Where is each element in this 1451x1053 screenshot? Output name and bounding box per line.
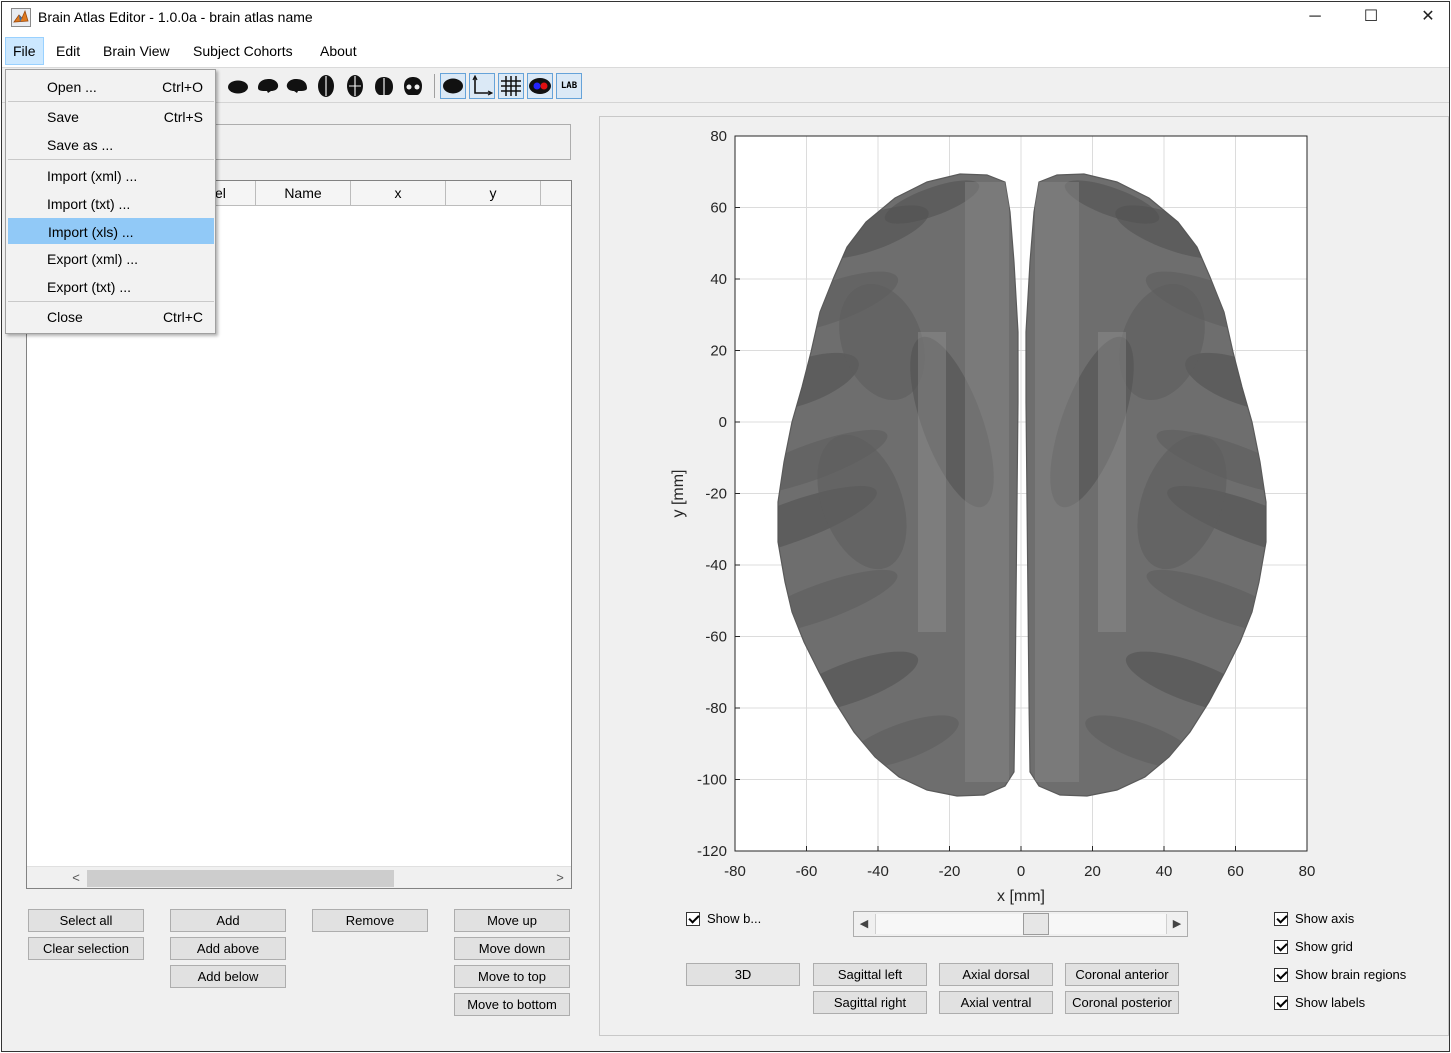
menu-item-export-xml-label: Export (xml) ...	[47, 251, 139, 267]
y-tick-label: -120	[697, 843, 727, 860]
show-brain-label: Show b...	[707, 911, 762, 926]
y-tick-label: 40	[710, 271, 727, 288]
sulcus-highlight	[918, 332, 946, 632]
view-3d-button[interactable]: 3D	[686, 963, 800, 986]
menu-item-open-shortcut: Ctrl+O	[162, 79, 203, 95]
show-grid-label: Show grid	[1295, 939, 1353, 954]
x-tick-label: -40	[867, 863, 889, 880]
checkbox-checked-icon	[1274, 912, 1288, 926]
y-tick-label: 80	[710, 128, 727, 145]
menu-item-export-txt-label: Export (txt) ...	[47, 279, 132, 295]
menu-item-save-shortcut: Ctrl+S	[163, 109, 203, 125]
y-tick-label: -20	[705, 486, 727, 503]
brain-transparency-slider[interactable]: ◀ ▶	[853, 911, 1188, 937]
menu-item-import-xml[interactable]: Import (xml) ...	[8, 163, 214, 189]
show-axis-checkbox[interactable]: Show axis	[1274, 911, 1354, 928]
checkbox-checked-icon	[1274, 940, 1288, 954]
menu-separator	[8, 101, 214, 102]
sulcus-highlight	[1098, 332, 1126, 632]
menu-item-import-txt-label: Import (txt) ...	[47, 196, 131, 212]
show-labels-label: Show labels	[1295, 995, 1366, 1010]
menu-item-export-txt[interactable]: Export (txt) ...	[8, 274, 214, 300]
axial-ventral-button[interactable]: Axial ventral	[939, 991, 1053, 1014]
x-tick-label: 80	[1299, 863, 1316, 880]
show-labels-checkbox[interactable]: Show labels	[1274, 995, 1365, 1012]
x-tick-label: -80	[724, 863, 746, 880]
slider-thumb[interactable]	[1023, 913, 1049, 935]
menu-item-import-txt[interactable]: Import (txt) ...	[8, 191, 214, 217]
menu-item-import-xls[interactable]: Import (xls) ...	[8, 218, 214, 244]
menu-item-save[interactable]: Save Ctrl+S	[8, 104, 214, 130]
medial-surface-highlight	[965, 182, 1009, 782]
y-tick-label: -60	[705, 629, 727, 646]
coronal-posterior-button[interactable]: Coronal posterior	[1065, 991, 1179, 1014]
x-tick-label: 0	[1017, 863, 1025, 880]
checkbox-checked-icon	[1274, 968, 1288, 982]
y-tick-label: -40	[705, 557, 727, 574]
menu-separator	[8, 159, 214, 160]
y-tick-label: 20	[710, 343, 727, 360]
brain-axes-plot[interactable]: -80 -60 -40 -20 0 20 40 60 80 -120 -100 -80 -60 -40 -2…	[2, 2, 1450, 1052]
sagittal-right-button[interactable]: Sagittal right	[813, 991, 927, 1014]
slider-track[interactable]	[875, 913, 1167, 935]
menu-item-open[interactable]: Open ... Ctrl+O	[8, 74, 214, 100]
slider-left-arrow-icon[interactable]: ◀	[855, 914, 873, 934]
coronal-anterior-button[interactable]: Coronal anterior	[1065, 963, 1179, 986]
x-axis-label: x [mm]	[997, 888, 1045, 905]
y-tick-label: 60	[710, 200, 727, 217]
show-grid-checkbox[interactable]: Show grid	[1274, 939, 1353, 956]
menu-separator	[8, 301, 214, 302]
menu-item-save-as-label: Save as ...	[47, 137, 114, 153]
y-tick-label: -80	[705, 700, 727, 717]
checkbox-checked-icon	[686, 912, 700, 926]
x-tick-label: 60	[1227, 863, 1244, 880]
checkbox-checked-icon	[1274, 996, 1288, 1010]
y-tick-label: -100	[697, 772, 727, 789]
menu-item-import-xls-label: Import (xls) ...	[48, 224, 134, 240]
sagittal-left-button[interactable]: Sagittal left	[813, 963, 927, 986]
y-tick-label: 0	[719, 414, 727, 431]
show-brain-checkbox[interactable]: Show b...	[686, 911, 761, 928]
menu-item-save-as[interactable]: Save as ...	[8, 132, 214, 158]
axial-dorsal-button[interactable]: Axial dorsal	[939, 963, 1053, 986]
show-axis-label: Show axis	[1295, 911, 1355, 926]
medial-surface-highlight	[1035, 182, 1079, 782]
x-tick-label: -60	[796, 863, 818, 880]
show-brain-regions-checkbox[interactable]: Show brain regions	[1274, 967, 1406, 984]
x-tick-label: -20	[939, 863, 961, 880]
x-tick-label: 40	[1156, 863, 1173, 880]
menu-item-close-label: Close	[47, 309, 83, 325]
y-axis-label: y [mm]	[670, 470, 687, 518]
menu-item-close-shortcut: Ctrl+C	[162, 309, 203, 325]
show-brain-regions-label: Show brain regions	[1295, 967, 1407, 982]
menu-item-open-label: Open ...	[47, 79, 97, 95]
menu-item-close[interactable]: Close Ctrl+C	[8, 304, 214, 330]
menu-item-export-xml[interactable]: Export (xml) ...	[8, 246, 214, 272]
file-menu-dropdown: Open ... Ctrl+O Save Ctrl+S Save as ... …	[5, 69, 216, 334]
menu-item-save-label: Save	[47, 109, 79, 125]
app-window: Brain Atlas Editor - 1.0.0a - brain atla…	[1, 1, 1450, 1052]
x-tick-label: 20	[1084, 863, 1101, 880]
menu-item-import-xml-label: Import (xml) ...	[47, 168, 138, 184]
slider-right-arrow-icon[interactable]: ▶	[1168, 914, 1186, 934]
